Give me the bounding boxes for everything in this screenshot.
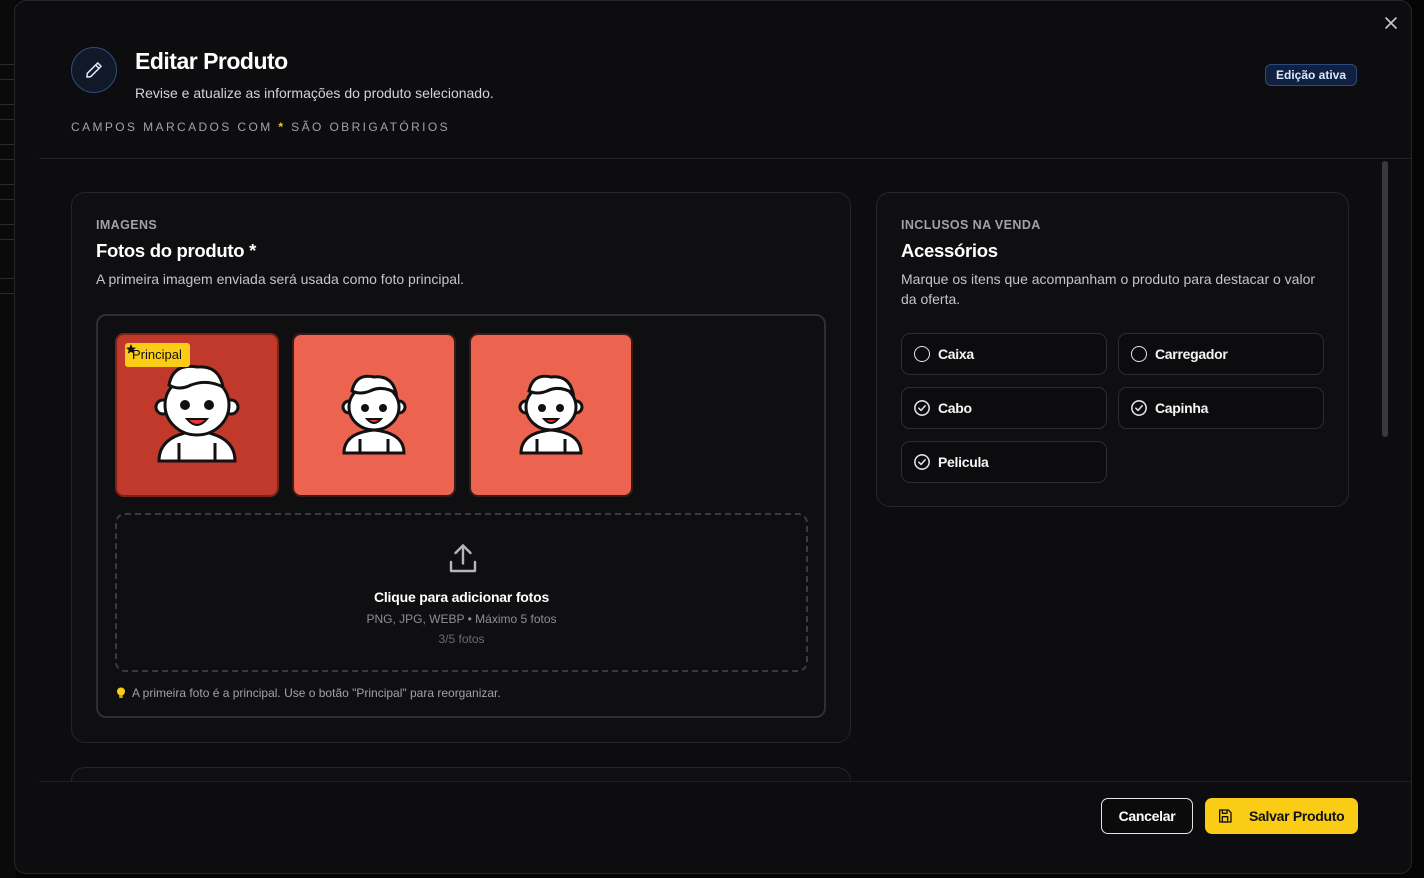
avatar-illustration [518, 374, 584, 455]
accessory-option-pelicula[interactable]: Pelicula [901, 441, 1107, 483]
checked-circle-icon [1131, 400, 1147, 416]
modal-subtitle: Revise e atualize as informações do prod… [135, 85, 494, 101]
accessory-label: Cabo [938, 400, 972, 416]
save-button-label: Salvar Produto [1249, 808, 1345, 824]
unchecked-circle-icon [914, 346, 930, 362]
accessory-label: Caixa [938, 346, 974, 362]
photo-thumbnail-main[interactable]: Principal [115, 333, 279, 497]
scrollbar[interactable] [1380, 159, 1390, 781]
required-note-suffix: SÃO OBRIGATÓRIOS [291, 120, 451, 134]
photo-tip: A primeira foto é a principal. Use o bot… [116, 686, 501, 700]
required-note-prefix: CAMPOS MARCADOS COM [71, 120, 273, 134]
unchecked-circle-icon [1131, 346, 1147, 362]
accessories-title: Acessórios [901, 240, 998, 261]
accessory-option-cabo[interactable]: Cabo [901, 387, 1107, 429]
save-icon [1219, 809, 1232, 823]
required-star: * [278, 120, 286, 134]
accessories-description: Marque os itens que acompanham o produto… [901, 271, 1316, 307]
dropzone-title: Clique para adicionar fotos [373, 589, 550, 605]
photo-count: 3/5 fotos [438, 632, 485, 646]
close-icon [1385, 17, 1397, 29]
accessory-label: Pelicula [938, 454, 989, 470]
accessory-label: Capinha [1155, 400, 1209, 416]
accessory-option-carregador[interactable]: Carregador [1118, 333, 1324, 375]
dropzone-formats: PNG, JPG, WEBP • Máximo 5 fotos [366, 612, 557, 626]
save-product-button[interactable]: Salvar Produto [1205, 798, 1358, 834]
images-eyebrow: IMAGENS [96, 218, 158, 232]
accessory-option-capinha[interactable]: Capinha [1118, 387, 1324, 429]
photo-gallery: Principal Clique para adicionar fotos PN… [96, 314, 826, 718]
checked-circle-icon [914, 400, 930, 416]
close-button[interactable] [1381, 13, 1401, 33]
header-icon-circle [71, 47, 117, 93]
required-fields-note: CAMPOS MARCADOS COM * SÃO OBRIGATÓRIOS [71, 120, 450, 134]
scrollbar-thumb[interactable] [1382, 161, 1388, 437]
footer-divider [39, 781, 1411, 782]
status-badge: Edição ativa [1265, 64, 1358, 86]
photo-upload-dropzone[interactable]: Clique para adicionar fotos PNG, JPG, WE… [115, 513, 808, 672]
form-scroll-area[interactable]: IMAGENS Fotos do produto * A primeira im… [39, 159, 1389, 781]
avatar-illustration [341, 374, 407, 455]
cancel-button[interactable]: Cancelar [1101, 798, 1193, 834]
photo-thumbnail[interactable] [292, 333, 456, 497]
photo-tip-text: A primeira foto é a principal. Use o bot… [132, 686, 501, 700]
principal-badge-label: Principal [132, 347, 182, 362]
accessory-label: Carregador [1155, 346, 1228, 362]
images-card: IMAGENS Fotos do produto * A primeira im… [71, 192, 851, 743]
edit-product-modal: Editar Produto Revise e atualize as info… [14, 0, 1412, 874]
accessories-eyebrow: INCLUSOS NA VENDA [901, 218, 1041, 232]
next-section-card [71, 767, 851, 781]
principal-badge[interactable]: Principal [125, 343, 190, 367]
images-description: A primeira imagem enviada será usada com… [96, 271, 465, 287]
photo-thumbnail[interactable] [469, 333, 633, 497]
images-title: Fotos do produto * [96, 240, 257, 261]
star-icon [126, 344, 136, 354]
modal-title: Editar Produto [135, 48, 288, 74]
lightbulb-icon [117, 687, 125, 698]
pencil-icon [86, 62, 102, 78]
accessories-card: INCLUSOS NA VENDA Acessórios Marque os i… [876, 192, 1349, 507]
checked-circle-icon [914, 454, 930, 470]
accessory-option-caixa[interactable]: Caixa [901, 333, 1107, 375]
upload-icon [449, 544, 477, 573]
